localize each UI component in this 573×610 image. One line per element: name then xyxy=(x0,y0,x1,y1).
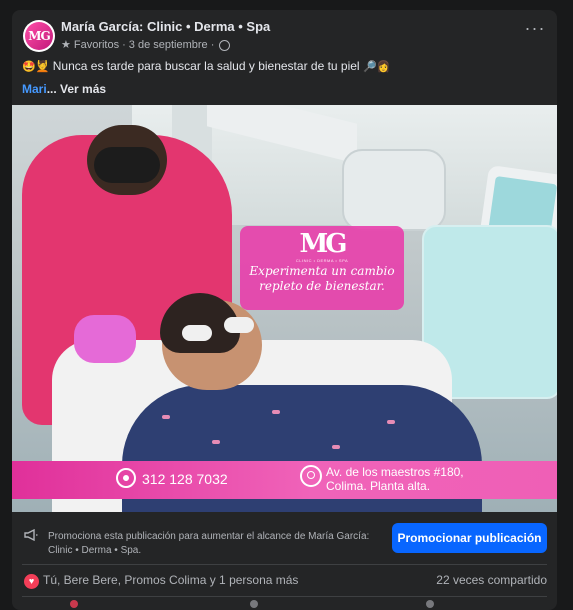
face-mask xyxy=(94,147,160,183)
promo-badge: MG CLINIC • DERMA • SPA Experimenta un c… xyxy=(240,226,404,310)
shirt-pattern xyxy=(212,440,220,444)
eye-pad xyxy=(182,325,212,341)
avatar-logo: MG xyxy=(25,22,53,50)
facial-steamer xyxy=(342,149,446,231)
mention-link[interactable]: Mari xyxy=(22,82,47,96)
contact-strip: 312 128 7032 Av. de los maestros #180, C… xyxy=(12,461,557,499)
shirt-pattern xyxy=(387,420,395,424)
see-more-link[interactable]: ... Ver más xyxy=(47,82,106,96)
page-avatar[interactable]: MG xyxy=(23,20,55,52)
phone-number: 312 128 7032 xyxy=(142,471,228,487)
address-line-1: Av. de los maestros #180, xyxy=(326,465,464,479)
star-icon: ★ xyxy=(61,39,71,51)
share-icon[interactable] xyxy=(426,600,434,608)
emoji-end: 🔎👩 xyxy=(362,60,391,73)
address: Av. de los maestros #180, Colima. Planta… xyxy=(326,465,464,493)
promo-headline-2: repleto de bienestar. xyxy=(259,279,385,293)
post-image[interactable]: MG CLINIC • DERMA • SPA Experimenta un c… xyxy=(12,105,557,512)
globe-icon xyxy=(219,40,231,51)
heart-icon[interactable]: ♥ xyxy=(24,574,39,589)
divider xyxy=(22,564,547,565)
location-pin-icon xyxy=(300,465,322,487)
meta-separator: · xyxy=(122,38,126,51)
post-header: MG María García: Clinic • Derma • Spa ★ … xyxy=(12,10,557,58)
divider xyxy=(22,596,547,597)
post-body-text: Nunca es tarde para buscar la salud y bi… xyxy=(52,59,360,73)
whatsapp-icon xyxy=(116,468,136,488)
post-card: MG María García: Clinic • Derma • Spa ★ … xyxy=(12,10,557,610)
favorites-label: Favoritos xyxy=(73,38,120,51)
shirt-pattern xyxy=(272,410,280,414)
eye-pad xyxy=(224,317,254,333)
promo-headline-1: Experimenta un cambio xyxy=(249,264,395,278)
reaction-names[interactable]: Tú, Bere Bere, Promos Colima y 1 persona… xyxy=(43,573,298,587)
post-meta: ★ Favoritos · 3 de septiembre · xyxy=(61,38,231,51)
shirt-pattern xyxy=(162,415,170,419)
post-date[interactable]: 3 de septiembre xyxy=(129,39,208,51)
comment-icon[interactable] xyxy=(250,600,258,608)
address-line-2: Colima. Planta alta. xyxy=(326,479,431,493)
page-name-link[interactable]: María García: Clinic • Derma • Spa xyxy=(61,19,270,34)
megaphone-icon xyxy=(24,529,38,541)
emoji-start: 🤩💆 xyxy=(22,60,50,73)
like-icon[interactable] xyxy=(70,600,78,608)
promotion-bar: Promociona esta publicación para aumenta… xyxy=(12,512,557,564)
clinic-logo: MG xyxy=(299,229,348,259)
nurse-glove xyxy=(74,315,136,363)
see-more-row: Mari... Ver más xyxy=(22,82,106,96)
reactions-row: ♥ Tú, Bere Bere, Promos Colima y 1 perso… xyxy=(12,566,557,596)
shirt-pattern xyxy=(332,445,340,449)
promotion-text: Promociona esta publicación para aumenta… xyxy=(48,531,370,556)
promote-post-button[interactable]: Promocionar publicación xyxy=(392,523,547,553)
meta-separator: · xyxy=(210,38,215,51)
more-options-icon[interactable]: ··· xyxy=(523,19,547,42)
post-text: 🤩💆 Nunca es tarde para buscar la salud y… xyxy=(22,59,390,73)
share-count[interactable]: 22 veces compartido xyxy=(436,573,547,587)
